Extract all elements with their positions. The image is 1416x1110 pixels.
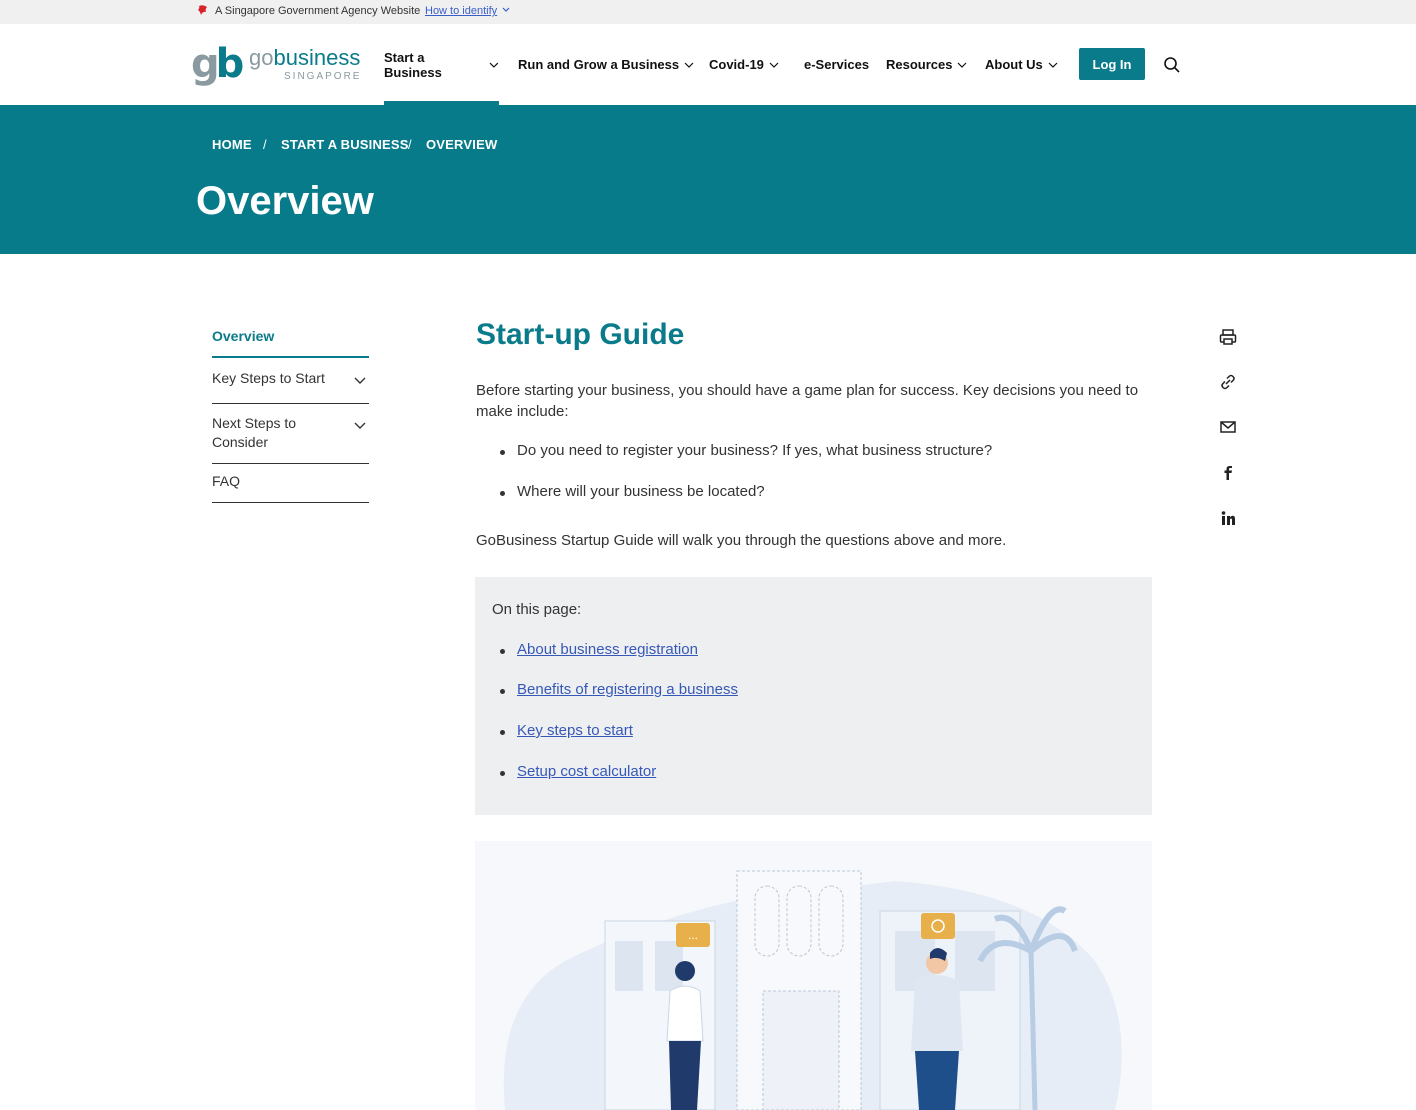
gov-masthead: A Singapore Government Agency Website Ho… xyxy=(0,0,1416,24)
sidebar-item-overview[interactable]: Overview xyxy=(212,318,369,358)
linkedin-icon[interactable] xyxy=(1218,508,1238,528)
toc-link-about-registration[interactable]: About business registration xyxy=(517,641,698,658)
sidebar-item-key-steps[interactable]: Key Steps to Start xyxy=(212,358,369,404)
toc-link-item: Key steps to start xyxy=(500,722,633,739)
street-scene-image: ... xyxy=(503,870,1122,1110)
sidebar-item-next-steps[interactable]: Next Steps to Consider xyxy=(212,404,369,464)
chevron-down-icon xyxy=(489,62,499,68)
chevron-down-icon[interactable] xyxy=(353,418,367,432)
nav-about-us[interactable]: About Us xyxy=(985,24,1058,105)
singapore-lion-icon xyxy=(198,5,207,15)
nav-e-services[interactable]: e-Services xyxy=(804,24,869,105)
breadcrumb-start-a-business[interactable]: START A BUSINESS xyxy=(281,137,409,152)
link-icon[interactable] xyxy=(1218,372,1238,392)
search-icon[interactable] xyxy=(1162,55,1182,75)
on-this-page-box: On this page: About business registratio… xyxy=(475,577,1152,815)
outro-paragraph: GoBusiness Startup Guide will walk you t… xyxy=(476,532,1007,549)
chevron-down-icon xyxy=(958,62,967,68)
breadcrumb-separator: / xyxy=(408,137,412,152)
facebook-icon[interactable] xyxy=(1218,463,1238,483)
toc-link-item: Setup cost calculator xyxy=(500,763,656,780)
breadcrumb-separator: / xyxy=(263,137,267,152)
nav-start-a-business[interactable]: Start a Business xyxy=(384,24,499,105)
site-header: gb gobusiness SINGAPORE Start a Business… xyxy=(0,24,1416,105)
sidebar-item-label: Next Steps to Consider xyxy=(212,415,297,450)
toc-link-item: Benefits of registering a business xyxy=(500,681,738,698)
login-button[interactable]: Log In xyxy=(1079,48,1145,80)
how-to-identify-link[interactable]: How to identify xyxy=(425,5,497,17)
logo-wordmark: gobusiness xyxy=(249,45,361,70)
page-hero: HOME / START A BUSINESS / OVERVIEW Overv… xyxy=(0,105,1416,254)
chevron-down-icon xyxy=(684,62,694,68)
page-title: Overview xyxy=(196,179,374,223)
gobusiness-logo[interactable]: gb gobusiness SINGAPORE xyxy=(191,41,360,88)
chat-bubble-text: ... xyxy=(688,928,698,942)
nav-covid-19[interactable]: Covid-19 xyxy=(709,24,779,105)
startup-illustration: ... xyxy=(475,841,1152,1110)
section-heading: Start-up Guide xyxy=(476,318,685,351)
sidebar-item-label: Overview xyxy=(212,328,275,344)
chevron-down-icon[interactable] xyxy=(502,6,510,14)
toc-link-setup-cost[interactable]: Setup cost calculator xyxy=(517,763,656,780)
intro-paragraph: Before starting your business, you shoul… xyxy=(476,382,1139,420)
breadcrumb-overview: OVERVIEW xyxy=(426,137,498,152)
sidebar-item-label: FAQ xyxy=(212,473,241,489)
chevron-down-icon xyxy=(769,62,779,68)
list-item: Do you need to register your business? I… xyxy=(500,442,992,459)
toc-title: On this page: xyxy=(492,601,582,618)
logo-tagline: SINGAPORE xyxy=(284,71,362,82)
toc-link-benefits[interactable]: Benefits of registering a business xyxy=(517,681,738,698)
chevron-down-icon[interactable] xyxy=(353,373,367,387)
sidebar-item-faq[interactable]: FAQ xyxy=(212,464,369,503)
nav-resources[interactable]: Resources xyxy=(886,24,967,105)
gov-agency-text: A Singapore Government Agency Website xyxy=(215,5,421,17)
breadcrumb-home[interactable]: HOME xyxy=(212,137,252,152)
chevron-down-icon xyxy=(1048,62,1058,68)
print-icon[interactable] xyxy=(1218,327,1238,347)
sidebar-item-label: Key Steps to Start xyxy=(212,370,325,386)
toc-link-key-steps[interactable]: Key steps to start xyxy=(517,722,633,739)
list-item: Where will your business be located? xyxy=(500,483,765,500)
mail-icon[interactable] xyxy=(1218,417,1238,437)
logo-mark: gb xyxy=(191,41,244,87)
toc-link-item: About business registration xyxy=(500,641,698,658)
nav-run-and-grow[interactable]: Run and Grow a Business xyxy=(518,24,694,105)
